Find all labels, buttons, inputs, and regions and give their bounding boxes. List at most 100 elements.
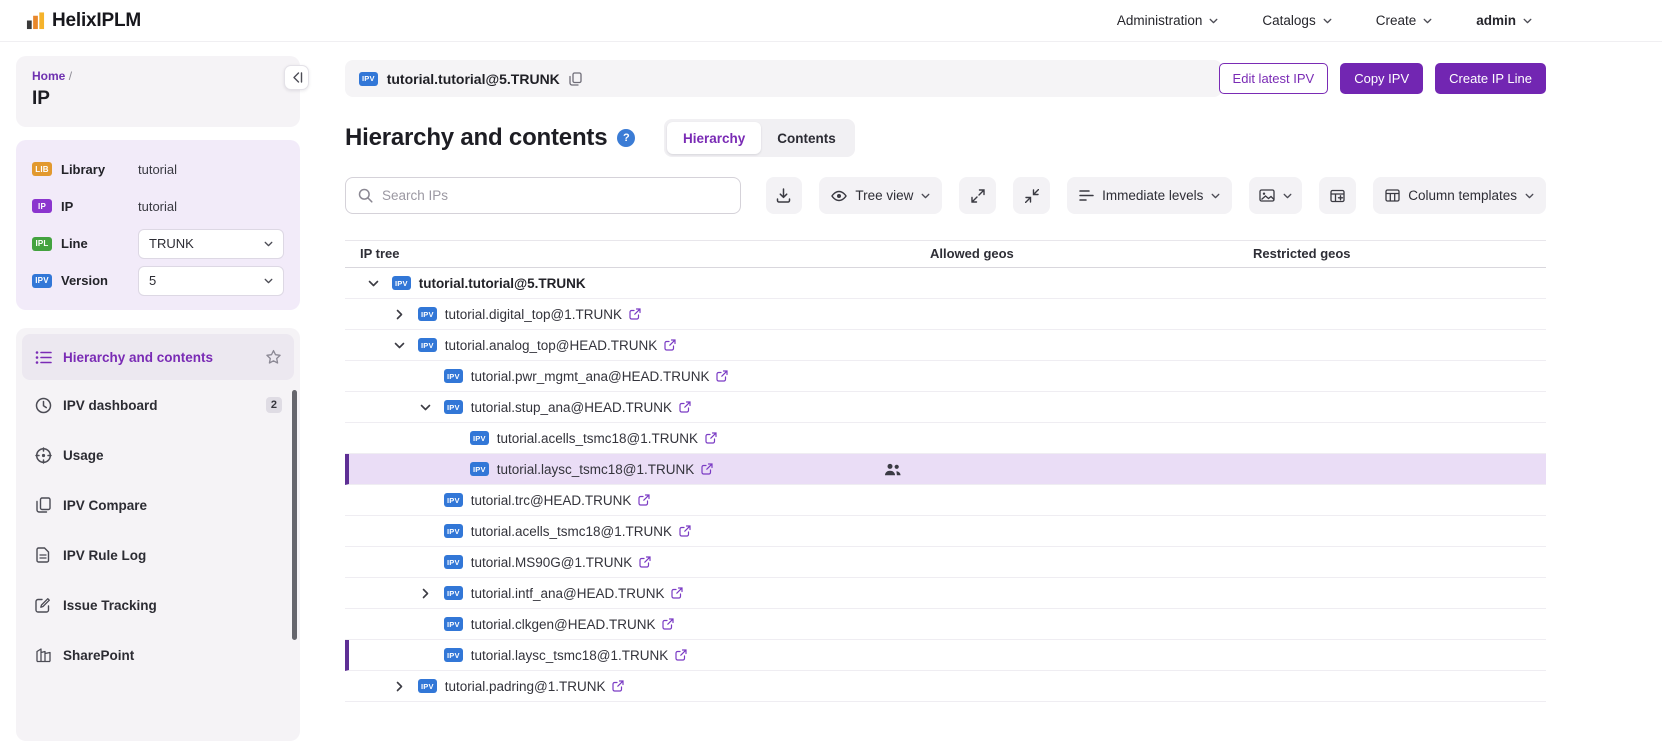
ip-name[interactable]: tutorial.laysc_tsmc18@1.TRUNK — [497, 462, 695, 477]
external-link-icon[interactable] — [671, 587, 683, 599]
sidebar-scrollbar[interactable] — [292, 390, 297, 640]
tree-row[interactable]: IPVtutorial.laysc_tsmc18@1.TRUNK — [345, 640, 1546, 671]
sidebar-item-label: Issue Tracking — [63, 598, 157, 613]
col-header-restricted-geos[interactable]: Restricted geos — [1253, 246, 1351, 261]
hierarchy-icon — [34, 350, 52, 365]
ip-name[interactable]: tutorial.acells_tsmc18@1.TRUNK — [471, 524, 672, 539]
external-link-icon[interactable] — [662, 618, 674, 630]
column-templates-dropdown[interactable]: Column templates — [1373, 177, 1546, 214]
col-header-ip-tree[interactable]: IP tree — [360, 246, 400, 261]
chevron-down-icon — [1423, 18, 1432, 24]
ipv-badge: IPV — [392, 276, 411, 290]
ip-name[interactable]: tutorial.trc@HEAD.TRUNK — [471, 493, 632, 508]
external-link-icon[interactable] — [675, 649, 687, 661]
expand-all-button[interactable] — [959, 177, 996, 214]
sidebar-item-label: IPV Rule Log — [63, 548, 146, 563]
ip-name[interactable]: tutorial.laysc_tsmc18@1.TRUNK — [471, 648, 669, 663]
helix-iplm-logo[interactable]: HelixIPLM — [26, 10, 141, 32]
sidebar-item-label: IPV dashboard — [63, 398, 158, 413]
sidebar-item-sharepoint[interactable]: SharePoint — [22, 630, 294, 680]
external-link-icon[interactable] — [679, 401, 691, 413]
tree-row[interactable]: IPVtutorial.padring@1.TRUNK — [345, 671, 1546, 702]
tree-row[interactable]: IPV tutorial.intf_ana@HEAD.TRUNK — [345, 578, 1546, 609]
caret-right-icon[interactable] — [389, 676, 409, 696]
sidebar-item-ipv-rule-log[interactable]: IPV Rule Log — [22, 530, 294, 580]
copy-icon[interactable] — [569, 72, 582, 86]
line-select[interactable]: TRUNK — [138, 229, 284, 259]
caret-down-icon[interactable] — [389, 335, 409, 355]
external-link-icon[interactable] — [716, 370, 728, 382]
tree-row[interactable]: IPVtutorial.clkgen@HEAD.TRUNK — [345, 609, 1546, 640]
ip-name[interactable]: tutorial.intf_ana@HEAD.TRUNK — [471, 586, 665, 601]
external-link-icon[interactable] — [629, 308, 641, 320]
tree-row[interactable]: IPVtutorial.stup_ana@HEAD.TRUNK — [345, 392, 1546, 423]
ipv-badge: IPV — [444, 586, 463, 600]
version-select[interactable]: 5 — [138, 266, 284, 296]
sidebar-item-usage[interactable]: Usage — [22, 430, 294, 480]
col-header-allowed-geos[interactable]: Allowed geos — [930, 246, 1014, 261]
tree-row[interactable]: IPVtutorial.acells_tsmc18@1.TRUNK — [345, 423, 1546, 454]
sidebar-collapse-button[interactable] — [284, 65, 309, 90]
tree-row[interactable]: IPV tutorial.tutorial@5.TRUNK — [345, 268, 1546, 299]
main-content: IPV tutorial.tutorial@5.TRUNK Edit lates… — [345, 56, 1546, 702]
external-link-icon[interactable] — [679, 525, 691, 537]
collapse-all-button[interactable] — [1013, 177, 1050, 214]
ip-name[interactable]: tutorial.tutorial@5.TRUNK — [419, 276, 586, 291]
star-icon[interactable] — [265, 349, 282, 365]
external-link-icon[interactable] — [612, 680, 624, 692]
count-badge: 2 — [266, 397, 282, 413]
ip-name[interactable]: tutorial.stup_ana@HEAD.TRUNK — [471, 400, 672, 415]
help-icon[interactable]: ? — [617, 129, 635, 147]
caret-right-icon[interactable] — [389, 304, 409, 324]
ip-name[interactable]: tutorial.pwr_mgmt_ana@HEAD.TRUNK — [471, 369, 710, 384]
ip-name[interactable]: tutorial.digital_top@1.TRUNK — [445, 307, 622, 322]
sidebar-item-issue-tracking[interactable]: Issue Tracking — [22, 580, 294, 630]
column-templates-icon — [1385, 189, 1400, 202]
tab-contents[interactable]: Contents — [761, 122, 852, 154]
menu-catalogs[interactable]: Catalogs — [1262, 13, 1331, 28]
external-link-icon[interactable] — [664, 339, 676, 351]
menu-user-admin[interactable]: admin — [1476, 13, 1532, 28]
search-box — [345, 177, 741, 214]
ip-name[interactable]: tutorial.acells_tsmc18@1.TRUNK — [497, 431, 698, 446]
ip-name[interactable]: tutorial.MS90G@1.TRUNK — [471, 555, 633, 570]
tree-row[interactable]: IPVtutorial.pwr_mgmt_ana@HEAD.TRUNK — [345, 361, 1546, 392]
caret-right-icon[interactable] — [415, 583, 435, 603]
image-columns-dropdown[interactable] — [1249, 177, 1302, 214]
caret-down-icon[interactable] — [415, 397, 435, 417]
chevron-down-icon — [1323, 18, 1332, 24]
external-link-icon[interactable] — [701, 463, 713, 475]
tree-row[interactable]: IPVtutorial.MS90G@1.TRUNK — [345, 547, 1546, 578]
copy-ipv-button[interactable]: Copy IPV — [1340, 63, 1423, 94]
tree-row[interactable]: IPVtutorial.digital_top@1.TRUNK — [345, 299, 1546, 330]
edit-latest-ipv-button[interactable]: Edit latest IPV — [1219, 63, 1329, 94]
sidebar-item-hierarchy-and-contents[interactable]: Hierarchy and contents — [22, 334, 294, 380]
menu-create[interactable]: Create — [1376, 13, 1433, 28]
breadcrumb-home-link[interactable]: Home — [32, 69, 65, 83]
sidebar-item-label: Usage — [63, 448, 104, 463]
sidebar-item-ipv-dashboard[interactable]: IPV dashboard 2 — [22, 380, 294, 430]
sidebar-item-ipv-compare[interactable]: IPV Compare — [22, 480, 294, 530]
tree-row[interactable]: IPVtutorial.laysc_tsmc18@1.TRUNK — [345, 454, 1546, 485]
menu-administration[interactable]: Administration — [1117, 13, 1219, 28]
ip-name[interactable]: tutorial.padring@1.TRUNK — [445, 679, 606, 694]
ip-name[interactable]: tutorial.clkgen@HEAD.TRUNK — [471, 617, 656, 632]
download-button[interactable] — [766, 177, 803, 214]
external-link-icon[interactable] — [638, 494, 650, 506]
external-link-icon[interactable] — [639, 556, 651, 568]
ip-name[interactable]: tutorial.analog_top@HEAD.TRUNK — [445, 338, 658, 353]
caret-spacer — [415, 521, 435, 541]
context-card: LIBLibrarytutorialIPIPtutorialIPLLineTRU… — [16, 140, 300, 310]
tree-row[interactable]: IPVtutorial.trc@HEAD.TRUNK — [345, 485, 1546, 516]
search-input[interactable] — [382, 188, 728, 203]
tree-row[interactable]: IPVtutorial.acells_tsmc18@1.TRUNK — [345, 516, 1546, 547]
create-ip-line-button[interactable]: Create IP Line — [1435, 63, 1546, 94]
external-link-icon[interactable] — [705, 432, 717, 444]
immediate-levels-dropdown[interactable]: Immediate levels — [1067, 177, 1232, 214]
caret-down-icon[interactable] — [363, 273, 383, 293]
column-templates-label: Column templates — [1408, 188, 1517, 203]
tab-hierarchy[interactable]: Hierarchy — [667, 122, 761, 154]
tree-row[interactable]: IPVtutorial.analog_top@HEAD.TRUNK — [345, 330, 1546, 361]
tree-view-dropdown[interactable]: Tree view — [819, 177, 942, 214]
table-add-button[interactable] — [1319, 177, 1356, 214]
